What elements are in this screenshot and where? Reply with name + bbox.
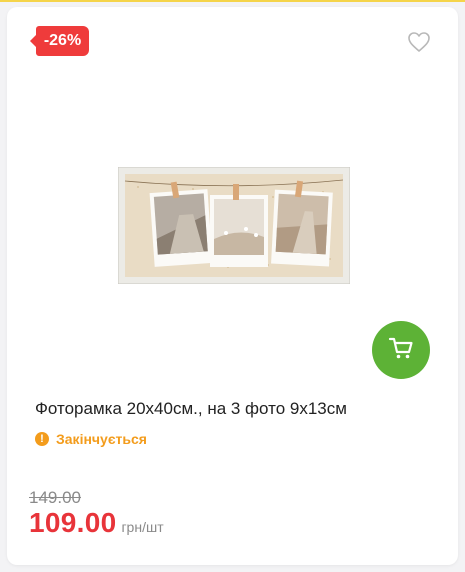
top-accent-line <box>0 0 465 2</box>
stock-status: ! Закінчується <box>35 430 147 448</box>
price-unit: грн/шт <box>121 519 164 535</box>
stock-status-text: Закінчується <box>56 431 147 447</box>
heart-icon[interactable] <box>407 31 431 53</box>
exclamation-icon: ! <box>35 432 49 446</box>
current-price: 109.00 <box>29 507 117 538</box>
product-title[interactable]: Фоторамка 20х40см., на 3 фото 9х13см <box>35 399 445 419</box>
discount-badge: -26% <box>30 26 89 56</box>
price-row: 109.00 грн/шт <box>29 507 164 539</box>
shopping-cart-icon <box>388 336 414 365</box>
old-price: 149.00 <box>29 488 81 507</box>
product-card[interactable]: -26% Фоторамка 20х40см., на 3 фото 9х13с… <box>7 7 458 565</box>
add-to-cart-button[interactable] <box>372 321 430 379</box>
product-image[interactable] <box>117 166 351 285</box>
